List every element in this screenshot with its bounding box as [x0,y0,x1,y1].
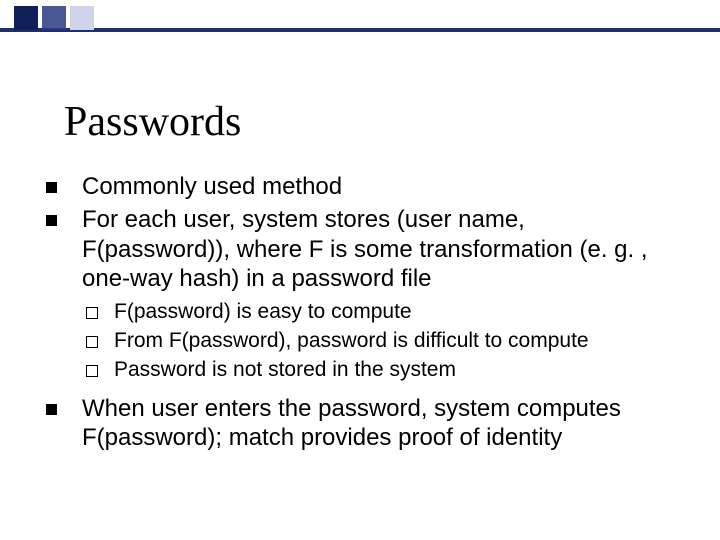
header-rule [0,28,720,32]
bullet-text: When user enters the password, system co… [82,395,621,451]
slide: Passwords Commonly used method For each u… [0,0,720,540]
bullet-list: Commonly used method For each user, syste… [42,172,678,452]
bullet-item: Commonly used method [42,172,678,201]
sub-bullet-list: F(password) is easy to computeFrom F(pas… [82,299,678,384]
bullet-item: When user enters the password, system co… [42,394,678,453]
bullet-text: Commonly used method [82,173,342,200]
sub-bullet-item: Password is not stored in the system [82,357,678,384]
slide-body: Commonly used method For each user, syste… [42,172,678,456]
bullet-item: For each user, system stores (user name,… [42,205,678,383]
bullet-text: For each user, system stores (user name,… [82,206,648,292]
deco-square [14,6,38,30]
header-decoration [0,0,720,36]
deco-square [42,6,66,30]
slide-title: Passwords [64,98,241,146]
sub-bullet-item: F(password) is easy to compute [82,299,678,326]
deco-square [70,6,94,30]
sub-bullet-item: From F(password), password is difficult … [82,328,678,355]
